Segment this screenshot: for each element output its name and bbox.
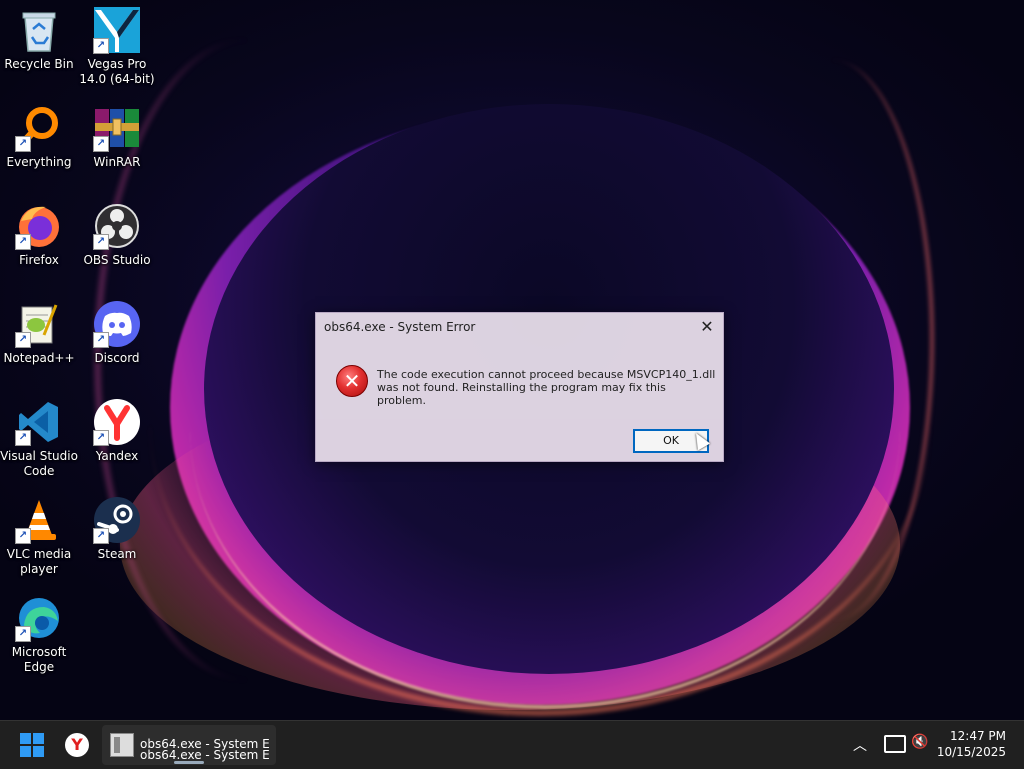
windows-logo-icon bbox=[20, 733, 31, 744]
dialog-titlebar[interactable]: obs64.exe - System Error ✕ bbox=[316, 313, 723, 341]
desktop-icon-firefox[interactable]: ↗ Firefox bbox=[0, 202, 78, 268]
desktop-icon-yandex[interactable]: ↗ Yandex bbox=[78, 398, 156, 464]
icon-label: Visual Studio Code bbox=[0, 449, 78, 478]
icon-label: Yandex bbox=[95, 449, 139, 463]
desktop-icon-vlc[interactable]: ↗ VLC media player bbox=[0, 496, 78, 577]
system-clock[interactable]: 12:47 PM 10/15/2025 bbox=[937, 728, 1006, 760]
winrar-books-icon: ↗ bbox=[93, 104, 141, 152]
discord-icon: ↗ bbox=[93, 300, 141, 348]
desktop-icon-obs-studio[interactable]: ↗ OBS Studio bbox=[78, 202, 156, 268]
icon-label: Everything bbox=[6, 155, 72, 169]
close-icon[interactable]: ✕ bbox=[697, 317, 717, 337]
dialog-title: obs64.exe - System Error bbox=[324, 320, 476, 334]
vscode-icon: ↗ bbox=[15, 398, 63, 446]
desktop-icon-notepad-plus-plus[interactable]: ↗ Notepad++ bbox=[0, 300, 78, 366]
dialog-message: The code execution cannot proceed becaus… bbox=[377, 368, 716, 407]
magnifier-icon: ↗ bbox=[15, 104, 63, 152]
show-hidden-icons-chevron-icon[interactable]: ︿ bbox=[853, 735, 867, 755]
system-error-dialog: obs64.exe - System Error ✕ ✕ The code ex… bbox=[315, 312, 724, 462]
icon-label: Vegas Pro 14.0 (64-bit) bbox=[79, 57, 155, 86]
desktop-icon-edge[interactable]: ↗ Microsoft Edge bbox=[0, 594, 78, 675]
icon-label: Steam bbox=[97, 547, 137, 561]
icon-label: OBS Studio bbox=[83, 253, 151, 267]
vlc-cone-icon: ↗ bbox=[15, 496, 63, 544]
shortcut-arrow-icon: ↗ bbox=[15, 430, 31, 446]
shortcut-arrow-icon: ↗ bbox=[93, 234, 109, 250]
desktop-icon-vscode[interactable]: ↗ Visual Studio Code bbox=[0, 398, 78, 479]
icon-label: Recycle Bin bbox=[4, 57, 74, 71]
firefox-icon: ↗ bbox=[15, 202, 63, 250]
shortcut-arrow-icon: ↗ bbox=[15, 626, 31, 642]
shortcut-arrow-icon: ↗ bbox=[15, 528, 31, 544]
error-icon: ✕ bbox=[336, 365, 368, 397]
active-indicator bbox=[174, 761, 204, 764]
network-icon[interactable] bbox=[884, 735, 906, 753]
task-title: obs64.exe - System Error bbox=[140, 748, 270, 762]
desktop-icon-everything[interactable]: ↗ Everything bbox=[0, 104, 78, 170]
notepad-plus-plus-icon: ↗ bbox=[15, 300, 63, 348]
icon-label: VLC media player bbox=[6, 547, 72, 576]
icon-label: Notepad++ bbox=[3, 351, 75, 365]
wallpaper-streak bbox=[730, 60, 934, 620]
shortcut-arrow-icon: ↗ bbox=[93, 528, 109, 544]
obs-icon: ↗ bbox=[93, 202, 141, 250]
clock-date: 10/15/2025 bbox=[936, 745, 1006, 759]
icon-label: Microsoft Edge bbox=[11, 645, 67, 674]
desktop-icon-discord[interactable]: ↗ Discord bbox=[78, 300, 156, 366]
shortcut-arrow-icon: ↗ bbox=[15, 332, 31, 348]
yandex-icon: ↗ bbox=[93, 398, 141, 446]
app-window-icon bbox=[110, 733, 134, 757]
clock-time: 12:47 PM bbox=[950, 729, 1006, 743]
shortcut-arrow-icon: ↗ bbox=[15, 234, 31, 250]
shortcut-arrow-icon: ↗ bbox=[93, 332, 109, 348]
shortcut-arrow-icon: ↗ bbox=[15, 136, 31, 152]
desktop-icon-vegas-pro[interactable]: ↗ Vegas Pro 14.0 (64-bit) bbox=[78, 6, 156, 87]
icon-label: Firefox bbox=[19, 253, 59, 267]
start-button[interactable] bbox=[20, 733, 44, 757]
icon-label: WinRAR bbox=[93, 155, 141, 169]
desktop-icon-steam[interactable]: ↗ Steam bbox=[78, 496, 156, 562]
shortcut-arrow-icon: ↗ bbox=[93, 430, 109, 446]
volume-muted-icon[interactable]: 🔇 bbox=[911, 734, 928, 750]
taskbar-task-system-error[interactable]: obs64.exe - System Error obs64.exe - Sys… bbox=[102, 725, 276, 765]
taskbar-yandex-button[interactable]: Y bbox=[65, 733, 89, 757]
desktop-icon-winrar[interactable]: ↗ WinRAR bbox=[78, 104, 156, 170]
vegas-pro-icon: ↗ bbox=[93, 6, 141, 54]
edge-icon: ↗ bbox=[15, 594, 63, 642]
taskbar: Y obs64.exe - System Error obs64.exe - S… bbox=[0, 720, 1024, 769]
desktop-icon-recycle-bin[interactable]: Recycle Bin bbox=[0, 6, 78, 72]
shortcut-arrow-icon: ↗ bbox=[93, 38, 109, 54]
steam-icon: ↗ bbox=[93, 496, 141, 544]
shortcut-arrow-icon: ↗ bbox=[93, 136, 109, 152]
icon-label: Discord bbox=[94, 351, 140, 365]
recycle-bin-icon bbox=[15, 6, 63, 54]
